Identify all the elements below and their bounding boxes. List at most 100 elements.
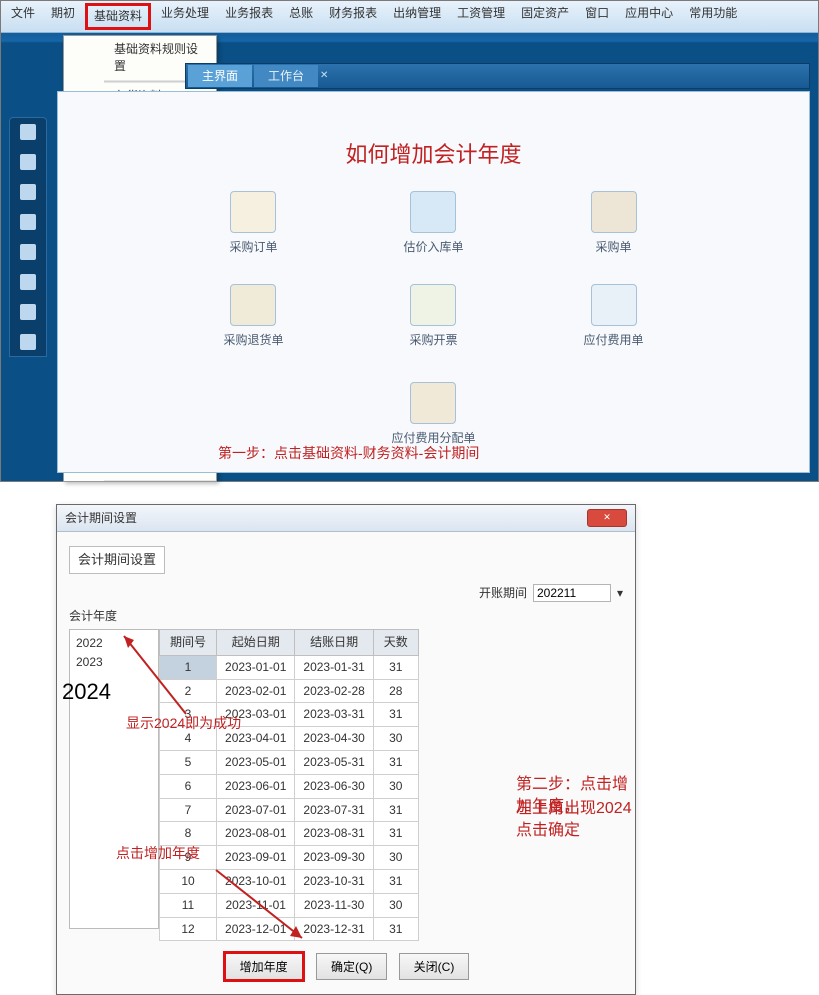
table-cell: 2023-03-31 xyxy=(295,703,373,727)
table-row[interactable]: 22023-02-012023-02-2828 xyxy=(160,679,419,703)
sidebar-icon[interactable] xyxy=(20,124,36,140)
open-period-input[interactable] xyxy=(533,584,611,602)
menu-bizrep[interactable]: 业务报表 xyxy=(219,3,279,30)
icon-label: 采购订单 xyxy=(229,240,277,254)
table-cell: 2023-10-01 xyxy=(217,869,295,893)
icon-pay[interactable]: 应付费用单 xyxy=(584,284,644,349)
table-cell: 2023-05-01 xyxy=(217,750,295,774)
menu-finrep[interactable]: 财务报表 xyxy=(323,3,383,30)
sidebar-icon[interactable] xyxy=(20,154,36,170)
menu-gl[interactable]: 总账 xyxy=(283,3,319,30)
table-cell: 2023-06-30 xyxy=(295,774,373,798)
table-cell: 30 xyxy=(373,893,418,917)
sidebar-icon[interactable] xyxy=(20,304,36,320)
table-cell: 2023-08-01 xyxy=(217,822,295,846)
table-cell: 30 xyxy=(373,846,418,870)
close-tab-icon[interactable]: ✕ xyxy=(320,69,328,83)
tab-main[interactable]: 主界面 xyxy=(188,65,252,88)
icon-return[interactable]: 采购退货单 xyxy=(223,284,283,349)
menu-window[interactable]: 窗口 xyxy=(579,3,615,30)
table-cell: 2023-09-01 xyxy=(217,846,295,870)
icon-label: 估价入库单 xyxy=(403,240,463,254)
menu-biz[interactable]: 业务处理 xyxy=(155,3,215,30)
table-cell: 2023-07-31 xyxy=(295,798,373,822)
table-cell: 2023-11-01 xyxy=(217,893,295,917)
annotation-step1: 第一步：点击基础资料-财务资料-会计期间 xyxy=(218,444,479,464)
icon-price[interactable]: 估价入库单 xyxy=(403,191,463,256)
table-row[interactable]: 112023-11-012023-11-3030 xyxy=(160,893,419,917)
app-window: 文件 期初 基础资料 业务处理 业务报表 总账 财务报表 出纳管理 工资管理 固… xyxy=(0,0,819,482)
menu-salary[interactable]: 工资管理 xyxy=(451,3,511,30)
table-cell: 31 xyxy=(373,750,418,774)
ok-button[interactable]: 确定(Q) xyxy=(316,953,387,980)
annotation-step2b: 左上角出现2024点击确定 xyxy=(516,798,636,843)
table-cell: 30 xyxy=(373,727,418,751)
table-cell: 2023-07-01 xyxy=(217,798,295,822)
year-item[interactable]: 2023 xyxy=(76,653,152,672)
workspace: 如何增加会计年度 采购订单 估价入库单 采购单 采购退货单 采购开票 应付费用单… xyxy=(57,91,810,473)
sidebar xyxy=(9,117,47,357)
sidebar-icon[interactable] xyxy=(20,274,36,290)
table-cell: 5 xyxy=(160,750,217,774)
annotation-show: 显示2024即为成功 xyxy=(126,714,241,734)
table-cell: 31 xyxy=(373,917,418,941)
dropdown-icon[interactable]: ▾ xyxy=(617,585,623,602)
page-title: 如何增加会计年度 xyxy=(58,140,809,171)
table-cell: 30 xyxy=(373,774,418,798)
table-cell: 7 xyxy=(160,798,217,822)
menu-cash[interactable]: 出纳管理 xyxy=(387,3,447,30)
table-row[interactable]: 122023-12-012023-12-3131 xyxy=(160,917,419,941)
icon-order[interactable]: 采购订单 xyxy=(223,191,283,256)
icon-invoice[interactable]: 采购开票 xyxy=(403,284,463,349)
dialog-titlebar: 会计期间设置 ✕ xyxy=(57,505,635,532)
table-cell: 12 xyxy=(160,917,217,941)
menu-common[interactable]: 常用功能 xyxy=(683,3,743,30)
table-cell: 2023-01-31 xyxy=(295,655,373,679)
table-cell: 2023-10-31 xyxy=(295,869,373,893)
table-cell: 2 xyxy=(160,679,217,703)
table-row[interactable]: 12023-01-012023-01-3131 xyxy=(160,655,419,679)
table-row[interactable]: 82023-08-012023-08-3131 xyxy=(160,822,419,846)
sidebar-icon[interactable] xyxy=(20,214,36,230)
year-item[interactable]: 2022 xyxy=(76,634,152,653)
tab-work[interactable]: 工作台 xyxy=(254,65,318,88)
year-2024[interactable]: 2024 xyxy=(62,676,152,709)
icon-alloc[interactable]: 应付费用分配单 xyxy=(391,382,475,447)
close-button[interactable]: 关闭(C) xyxy=(399,953,470,980)
icon-label: 采购开票 xyxy=(409,333,457,347)
table-header: 期间号 起始日期 结账日期 天数 xyxy=(160,629,419,655)
section-title: 会计期间设置 xyxy=(69,546,165,574)
table-cell: 2023-04-30 xyxy=(295,727,373,751)
table-cell: 2023-02-28 xyxy=(295,679,373,703)
table-cell: 10 xyxy=(160,869,217,893)
menu-file[interactable]: 文件 xyxy=(5,3,41,30)
table-cell: 28 xyxy=(373,679,418,703)
table-cell: 31 xyxy=(373,869,418,893)
th-start: 起始日期 xyxy=(217,629,295,655)
open-period-label: 开账期间 xyxy=(479,585,527,602)
menu-basedata[interactable]: 基础资料 xyxy=(85,3,151,30)
table-cell: 2023-01-01 xyxy=(217,655,295,679)
icon-buy[interactable]: 采购单 xyxy=(584,191,644,256)
add-year-button[interactable]: 增加年度 xyxy=(223,951,305,982)
th-days: 天数 xyxy=(373,629,418,655)
th-end: 结账日期 xyxy=(295,629,373,655)
sidebar-icon[interactable] xyxy=(20,334,36,350)
table-row[interactable]: 72023-07-012023-07-3131 xyxy=(160,798,419,822)
sidebar-icon[interactable] xyxy=(20,244,36,260)
table-row[interactable]: 62023-06-012023-06-3030 xyxy=(160,774,419,798)
table-cell: 8 xyxy=(160,822,217,846)
table-cell: 2023-09-30 xyxy=(295,846,373,870)
table-cell: 31 xyxy=(373,822,418,846)
menu-appcenter[interactable]: 应用中心 xyxy=(619,3,679,30)
sidebar-icon[interactable] xyxy=(20,184,36,200)
dialog-title: 会计期间设置 xyxy=(65,510,137,527)
menu-asset[interactable]: 固定资产 xyxy=(515,3,575,30)
tabbar: 主界面 工作台 ✕ xyxy=(185,63,810,89)
table-row[interactable]: 52023-05-012023-05-3131 xyxy=(160,750,419,774)
table-row[interactable]: 102023-10-012023-10-3131 xyxy=(160,869,419,893)
year-list[interactable]: 2022 2023 2024 xyxy=(69,629,159,929)
close-icon[interactable]: ✕ xyxy=(587,509,627,527)
th-period: 期间号 xyxy=(160,629,217,655)
menu-initial[interactable]: 期初 xyxy=(45,3,81,30)
